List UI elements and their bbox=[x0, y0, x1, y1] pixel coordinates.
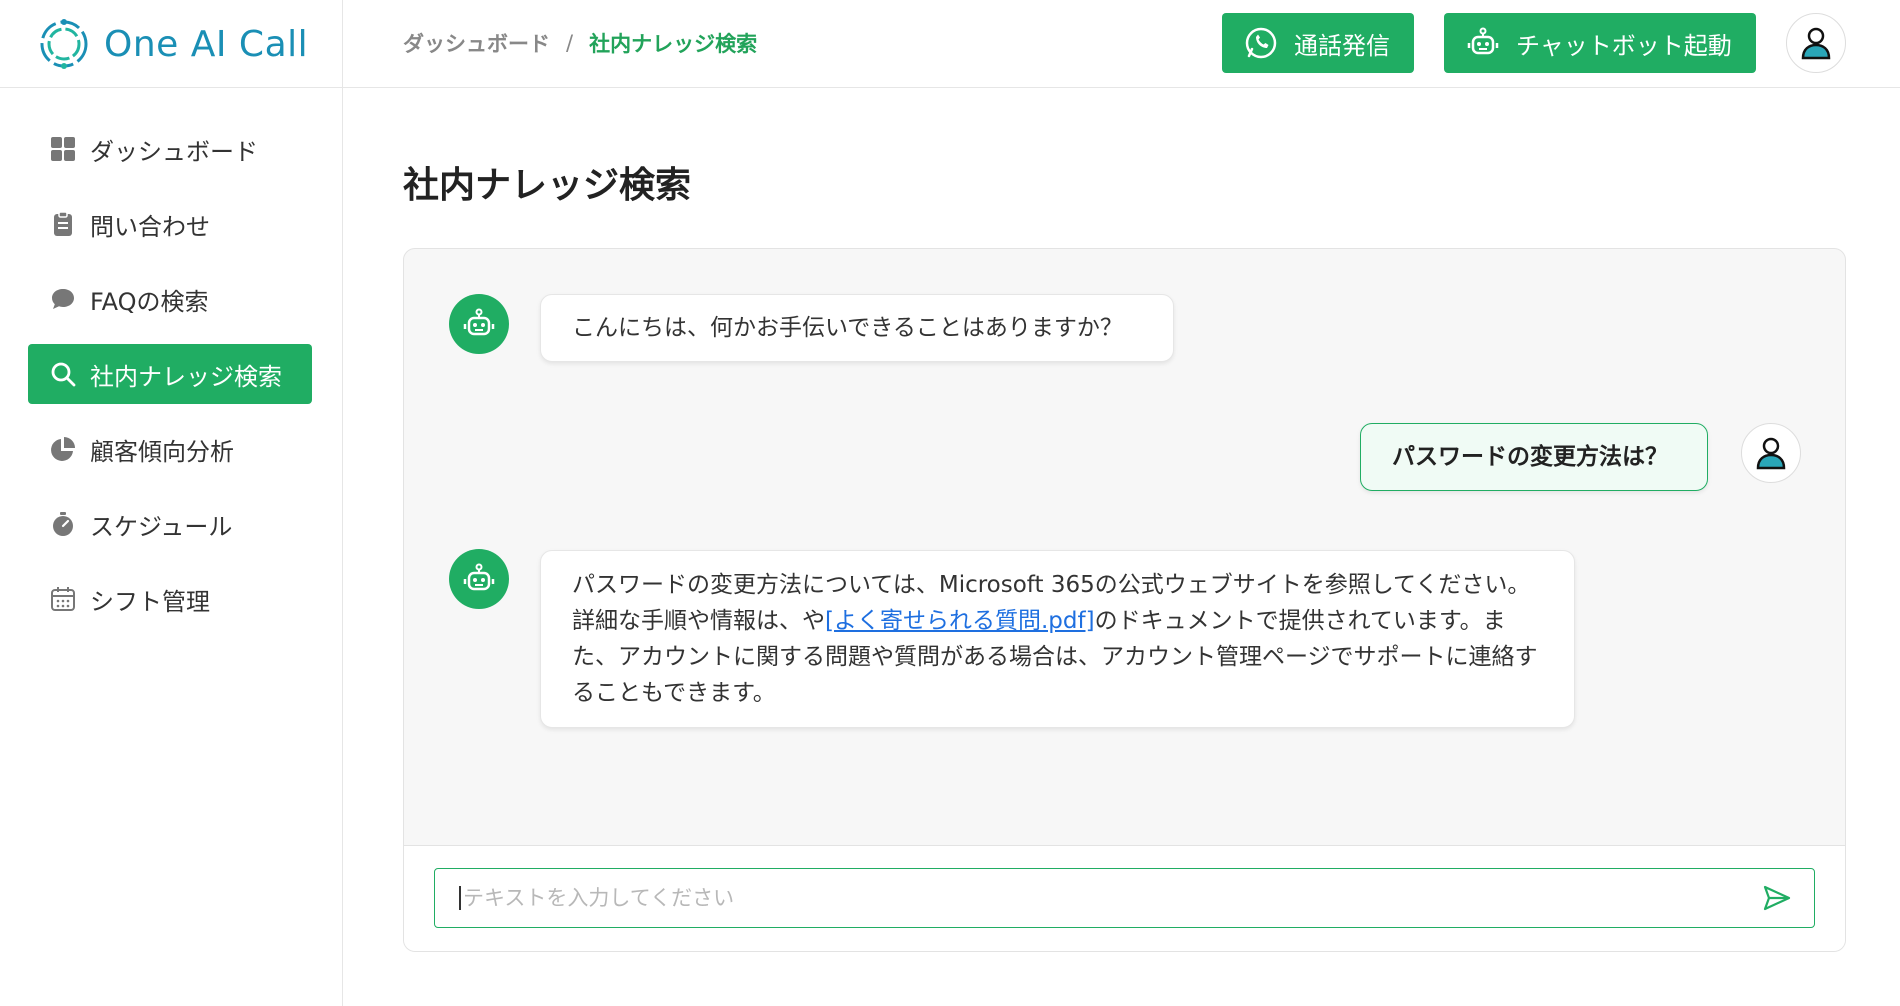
calendar-icon bbox=[48, 584, 78, 614]
sidebar: ダッシュボード 問い合わせ FAQの検索 社内ナレッジ検索 顧客傾向分析 スケジ… bbox=[0, 88, 343, 1006]
faq-pdf-link[interactable]: [よく寄せられる質問.pdf] bbox=[825, 608, 1095, 634]
breadcrumb: ダッシュボード / 社内ナレッジ検索 bbox=[403, 28, 757, 58]
user-message-text: パスワードの変更方法は？ bbox=[1392, 444, 1668, 470]
page-title: 社内ナレッジ検索 bbox=[403, 165, 692, 206]
user-message-bubble: パスワードの変更方法は？ bbox=[1360, 423, 1708, 491]
send-icon[interactable] bbox=[1762, 883, 1792, 913]
stopwatch-icon bbox=[48, 509, 78, 539]
bot-message-bubble: こんにちは、何かお手伝いできることはありますか？ bbox=[540, 294, 1174, 362]
chat-input-box[interactable] bbox=[434, 868, 1815, 928]
sidebar-item-knowledge-search[interactable]: 社内ナレッジ検索 bbox=[28, 344, 312, 404]
call-button[interactable]: 通話発信 bbox=[1222, 13, 1414, 73]
sidebar-item-customer-analysis[interactable]: 顧客傾向分析 bbox=[28, 419, 312, 479]
call-button-label: 通話発信 bbox=[1294, 31, 1390, 60]
sidebar-item-label: ダッシュボード bbox=[90, 137, 258, 166]
grid-icon bbox=[48, 134, 78, 164]
sidebar-item-label: シフト管理 bbox=[90, 587, 210, 616]
sidebar-item-label: 問い合わせ bbox=[90, 212, 210, 241]
user-icon bbox=[1756, 437, 1786, 470]
chat-input-area bbox=[404, 845, 1845, 951]
search-icon bbox=[48, 359, 78, 389]
robot-icon bbox=[1467, 27, 1499, 55]
sidebar-item-label: FAQの検索 bbox=[90, 287, 209, 316]
user-avatar[interactable] bbox=[1786, 13, 1846, 73]
robot-icon bbox=[463, 563, 495, 591]
chatbot-button[interactable]: チャットボット起動 bbox=[1444, 13, 1756, 73]
sidebar-item-schedule[interactable]: スケジュール bbox=[28, 494, 312, 554]
chat-bubble-icon bbox=[48, 284, 78, 314]
breadcrumb-separator: / bbox=[566, 31, 574, 55]
chat-input[interactable] bbox=[459, 886, 1719, 910]
bot-avatar bbox=[449, 549, 509, 609]
sidebar-item-dashboard[interactable]: ダッシュボード bbox=[28, 119, 312, 179]
logo-text: One AI Call bbox=[104, 23, 309, 65]
breadcrumb-parent[interactable]: ダッシュボード bbox=[403, 28, 550, 58]
logo-icon bbox=[40, 19, 88, 69]
sidebar-item-label: スケジュール bbox=[90, 512, 233, 541]
header: One AI Call ダッシュボード / 社内ナレッジ検索 通話発信 チャット… bbox=[0, 0, 1900, 88]
chat-panel: こんにちは、何かお手伝いできることはありますか？ パスワードの変更方法は？ パス… bbox=[403, 248, 1846, 952]
pie-chart-icon bbox=[48, 434, 78, 464]
sidebar-item-inquiries[interactable]: 問い合わせ bbox=[28, 194, 312, 254]
phone-icon bbox=[1245, 27, 1277, 59]
logo[interactable]: One AI Call bbox=[0, 0, 343, 88]
robot-icon bbox=[463, 308, 495, 336]
bot-message-text: こんにちは、何かお手伝いできることはありますか？ bbox=[572, 315, 1123, 341]
sidebar-item-label: 社内ナレッジ検索 bbox=[90, 362, 282, 391]
sidebar-item-shift-management[interactable]: シフト管理 bbox=[28, 569, 312, 629]
bot-message-bubble: パスワードの変更方法については、Microsoft 365の公式ウェブサイトを参… bbox=[540, 550, 1575, 728]
sidebar-item-label: 顧客傾向分析 bbox=[90, 437, 234, 466]
clipboard-icon bbox=[48, 209, 78, 239]
bot-avatar bbox=[449, 294, 509, 354]
user-icon bbox=[1801, 27, 1831, 60]
chatbot-button-label: チャットボット起動 bbox=[1516, 31, 1732, 60]
user-avatar bbox=[1741, 423, 1801, 483]
breadcrumb-current: 社内ナレッジ検索 bbox=[589, 32, 758, 56]
sidebar-item-faq-search[interactable]: FAQの検索 bbox=[28, 269, 312, 329]
